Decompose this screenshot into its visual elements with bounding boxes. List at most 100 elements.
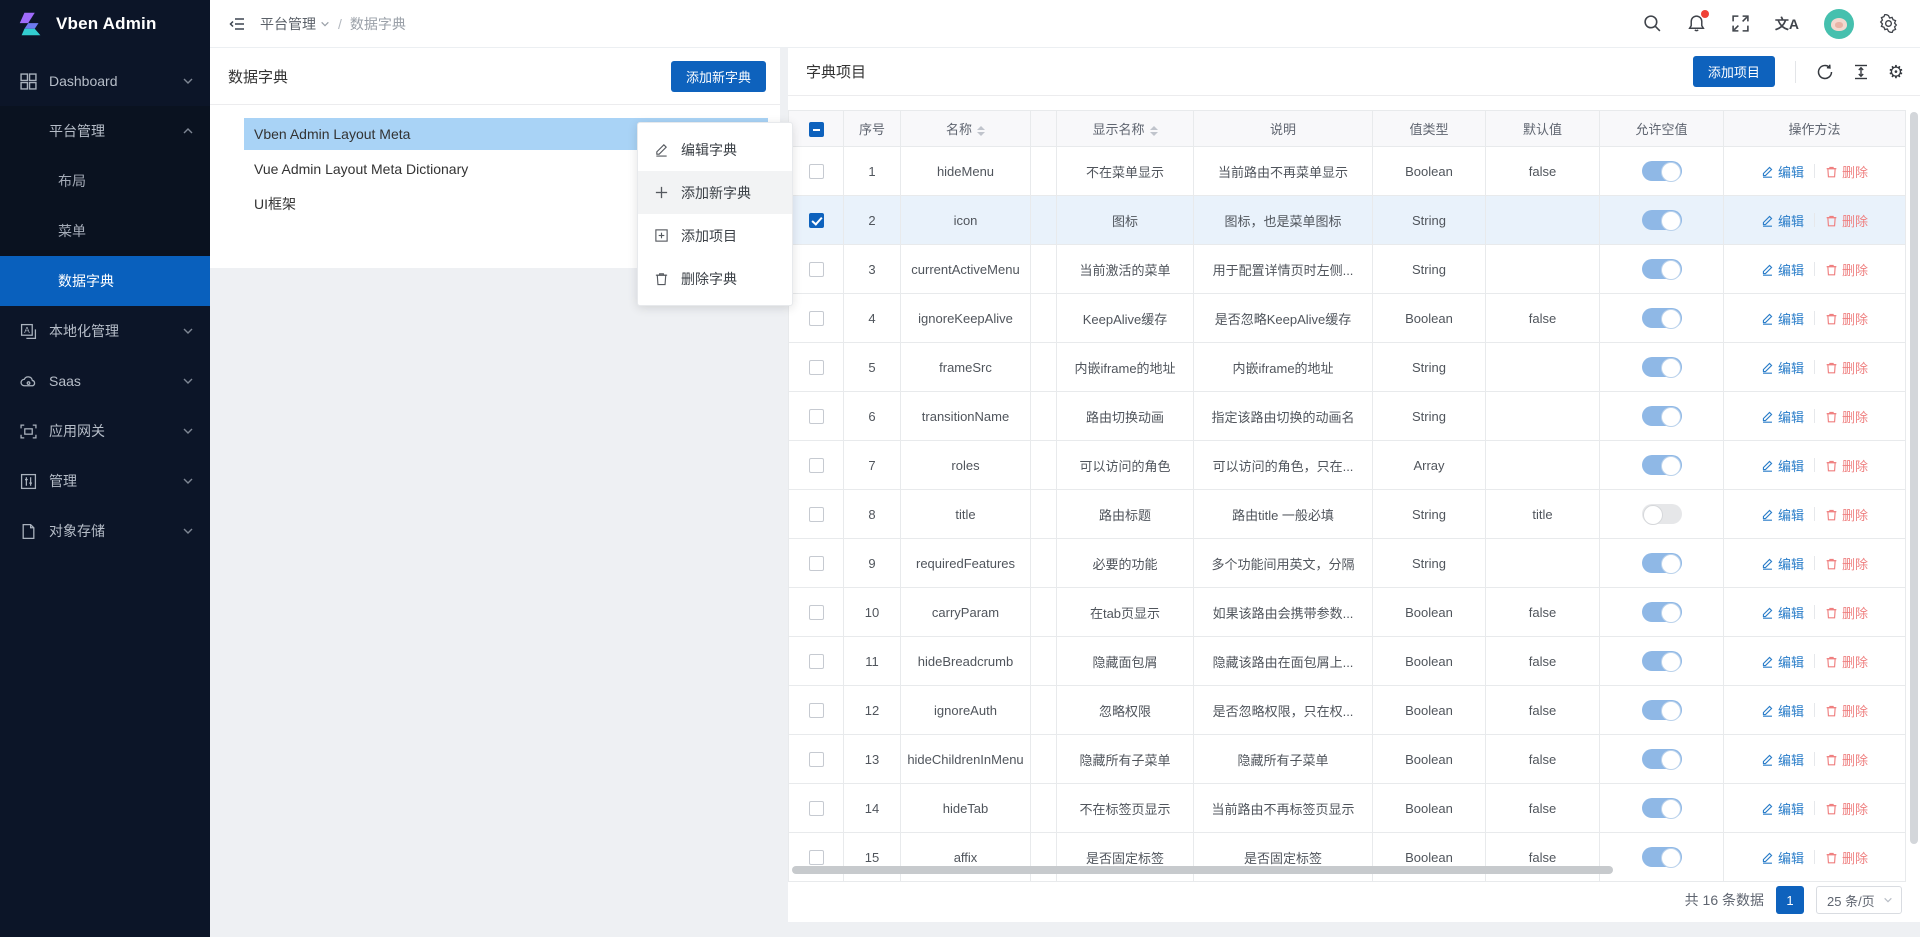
delete-button[interactable]: 删除 [1825, 162, 1868, 181]
row-checkbox[interactable] [809, 213, 824, 228]
row-checkbox[interactable] [809, 556, 824, 571]
vertical-scrollbar[interactable] [1910, 112, 1918, 874]
horizontal-scrollbar[interactable] [792, 866, 1902, 874]
nullable-toggle[interactable] [1642, 847, 1682, 867]
edit-button[interactable]: 编辑 [1761, 260, 1804, 279]
context-menu-add-item[interactable]: 添加项目 [638, 214, 792, 257]
edit-button[interactable]: 编辑 [1761, 603, 1804, 622]
delete-button[interactable]: 删除 [1825, 848, 1868, 867]
sidebar-item-gateway[interactable]: 应用网关 [0, 406, 210, 456]
sidebar-item-layout[interactable]: 布局 [0, 156, 210, 206]
edit-button[interactable]: 编辑 [1761, 358, 1804, 377]
edit-button[interactable]: 编辑 [1761, 799, 1804, 818]
edit-button[interactable]: 编辑 [1761, 162, 1804, 181]
context-menu-add-dictionary[interactable]: 添加新字典 [638, 171, 792, 214]
delete-button[interactable]: 删除 [1825, 456, 1868, 475]
header-display-name[interactable]: 显示名称 [1057, 111, 1194, 147]
delete-button[interactable]: 删除 [1825, 260, 1868, 279]
gear-icon[interactable] [1879, 14, 1898, 33]
delete-button[interactable]: 删除 [1825, 750, 1868, 769]
edit-button[interactable]: 编辑 [1761, 309, 1804, 328]
delete-button[interactable]: 删除 [1825, 358, 1868, 377]
edit-button[interactable]: 编辑 [1761, 652, 1804, 671]
nullable-toggle[interactable] [1642, 504, 1682, 524]
sidebar-item-data-dictionary[interactable]: 数据字典 [0, 256, 210, 306]
row-checkbox[interactable] [809, 801, 824, 816]
nullable-toggle[interactable] [1642, 602, 1682, 622]
page-size-select[interactable]: 25 条/页 [1816, 886, 1902, 914]
app-logo[interactable]: Vben Admin [0, 0, 210, 48]
scrollbar-thumb[interactable] [792, 866, 1613, 874]
refresh-icon[interactable] [1816, 63, 1834, 81]
fullscreen-icon[interactable] [1731, 14, 1750, 33]
sidebar-item-platform[interactable]: 平台管理 [0, 106, 210, 156]
delete-button[interactable]: 删除 [1825, 407, 1868, 426]
nullable-toggle[interactable] [1642, 259, 1682, 279]
nullable-toggle[interactable] [1642, 406, 1682, 426]
delete-button[interactable]: 删除 [1825, 603, 1868, 622]
delete-button[interactable]: 删除 [1825, 505, 1868, 524]
nullable-toggle[interactable] [1642, 210, 1682, 230]
nullable-toggle[interactable] [1642, 161, 1682, 181]
row-checkbox[interactable] [809, 654, 824, 669]
header-name[interactable]: 名称 [901, 111, 1031, 147]
delete-button[interactable]: 删除 [1825, 701, 1868, 720]
edit-button[interactable]: 编辑 [1761, 407, 1804, 426]
nullable-toggle[interactable] [1642, 749, 1682, 769]
sidebar-item-saas[interactable]: Saas [0, 356, 210, 406]
delete-button[interactable]: 删除 [1825, 211, 1868, 230]
row-checkbox[interactable] [809, 703, 824, 718]
nullable-toggle[interactable] [1642, 553, 1682, 573]
row-height-icon[interactable] [1852, 63, 1870, 81]
breadcrumb-parent[interactable]: 平台管理 [260, 14, 330, 34]
edit-button[interactable]: 编辑 [1761, 554, 1804, 573]
row-checkbox[interactable] [809, 850, 824, 865]
scrollbar-thumb[interactable] [1910, 112, 1918, 844]
sort-icon[interactable] [1150, 126, 1158, 136]
select-all-checkbox[interactable] [809, 122, 824, 137]
avatar[interactable] [1824, 9, 1854, 39]
translate-icon[interactable]: 文A [1775, 14, 1799, 34]
nullable-toggle[interactable] [1642, 308, 1682, 328]
edit-button[interactable]: 编辑 [1761, 456, 1804, 475]
delete-button[interactable]: 删除 [1825, 554, 1868, 573]
sidebar-item-localization[interactable]: A 本地化管理 [0, 306, 210, 356]
add-dictionary-button[interactable]: 添加新字典 [671, 61, 766, 92]
sidebar-item-dashboard[interactable]: Dashboard [0, 56, 210, 106]
edit-button[interactable]: 编辑 [1761, 211, 1804, 230]
row-checkbox[interactable] [809, 164, 824, 179]
sidebar-item-object-storage[interactable]: 对象存储 [0, 506, 210, 556]
edit-button[interactable]: 编辑 [1761, 701, 1804, 720]
dictionary-items-table: 序号 名称 显示名称 说明 值类型 默认值 允许空值 操作方法 [788, 110, 1906, 882]
row-checkbox[interactable] [809, 507, 824, 522]
edit-button[interactable]: 编辑 [1761, 750, 1804, 769]
delete-button[interactable]: 删除 [1825, 652, 1868, 671]
delete-button[interactable]: 删除 [1825, 309, 1868, 328]
row-checkbox[interactable] [809, 605, 824, 620]
row-checkbox[interactable] [809, 458, 824, 473]
row-checkbox[interactable] [809, 752, 824, 767]
menu-fold-icon[interactable] [228, 16, 246, 32]
nullable-toggle[interactable] [1642, 798, 1682, 818]
nullable-toggle[interactable] [1642, 651, 1682, 671]
pagination-page-1[interactable]: 1 [1776, 886, 1804, 914]
sidebar-item-admin[interactable]: 管理 [0, 456, 210, 506]
nullable-toggle[interactable] [1642, 455, 1682, 475]
edit-button[interactable]: 编辑 [1761, 848, 1804, 867]
row-checkbox[interactable] [809, 409, 824, 424]
search-icon[interactable] [1643, 14, 1662, 33]
delete-button[interactable]: 删除 [1825, 799, 1868, 818]
row-checkbox[interactable] [809, 360, 824, 375]
nullable-toggle[interactable] [1642, 700, 1682, 720]
context-menu-edit-dictionary[interactable]: 编辑字典 [638, 128, 792, 171]
sidebar-item-menu[interactable]: 菜单 [0, 206, 210, 256]
row-checkbox[interactable] [809, 311, 824, 326]
add-item-button[interactable]: 添加项目 [1693, 56, 1775, 87]
column-settings-icon[interactable]: ⚙ [1888, 63, 1904, 81]
notification-bell[interactable] [1687, 14, 1706, 33]
sort-icon[interactable] [977, 126, 985, 136]
edit-button[interactable]: 编辑 [1761, 505, 1804, 524]
context-menu-delete-dictionary[interactable]: 删除字典 [638, 257, 792, 300]
nullable-toggle[interactable] [1642, 357, 1682, 377]
row-checkbox[interactable] [809, 262, 824, 277]
